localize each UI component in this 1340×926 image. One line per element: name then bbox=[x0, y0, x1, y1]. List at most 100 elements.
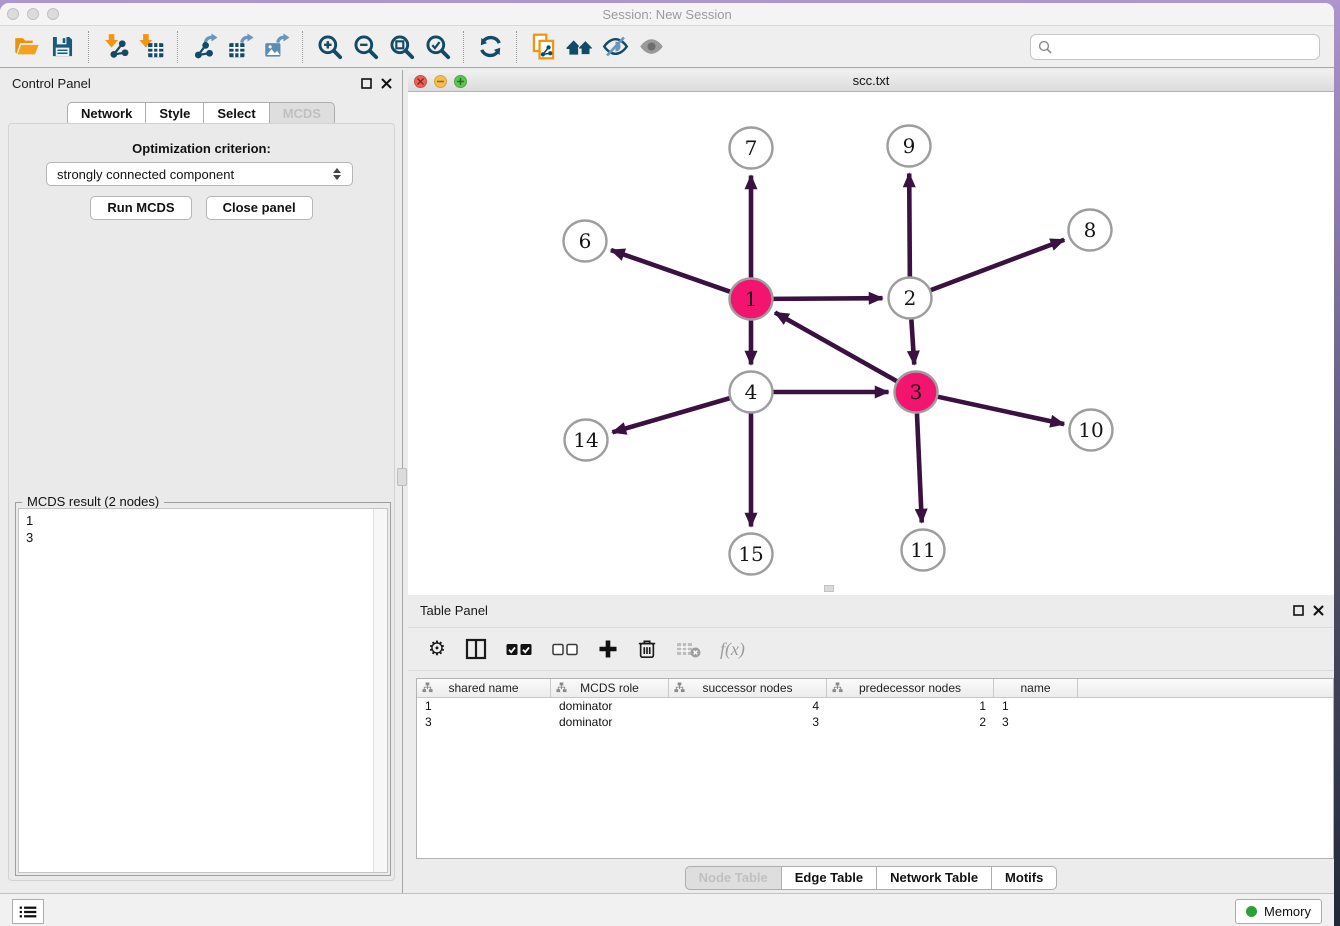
graph-node-15[interactable]: 15 bbox=[730, 534, 773, 575]
graph-node-4[interactable]: 4 bbox=[730, 372, 773, 413]
close-panel-icon[interactable] bbox=[381, 78, 392, 89]
graph-edge-4-14[interactable] bbox=[612, 398, 730, 432]
table-cell[interactable]: 1 bbox=[827, 698, 994, 714]
graph-edge-1-6[interactable] bbox=[611, 250, 731, 292]
network-graph[interactable]: 1 2 3 4 6 7 8 9 10 11 14 15 bbox=[408, 92, 1334, 595]
optimization-criterion-select[interactable]: strongly connected component bbox=[46, 162, 353, 186]
add-column-icon[interactable] bbox=[598, 639, 618, 659]
select-all-columns-icon[interactable] bbox=[506, 643, 533, 656]
network-close-button[interactable] bbox=[414, 75, 427, 88]
minimize-window-button[interactable] bbox=[27, 8, 39, 20]
import-table-icon[interactable] bbox=[133, 29, 169, 65]
float-table-panel-icon[interactable] bbox=[1293, 605, 1304, 616]
duplicate-network-icon[interactable] bbox=[525, 29, 561, 65]
zoom-in-icon[interactable] bbox=[311, 29, 347, 65]
graph-edge-1-2[interactable] bbox=[772, 298, 882, 299]
graph-node-3[interactable]: 3 bbox=[895, 372, 938, 413]
window-title: Session: New Session bbox=[602, 7, 731, 22]
graph-edge-2-8[interactable] bbox=[930, 240, 1064, 291]
zoom-selected-icon[interactable] bbox=[419, 29, 455, 65]
graph-edge-3-1[interactable] bbox=[775, 313, 897, 382]
graph-node-2[interactable]: 2 bbox=[889, 278, 932, 319]
control-panel-title: Control Panel bbox=[12, 76, 91, 91]
memory-status-icon bbox=[1246, 906, 1257, 917]
tab-network-table[interactable]: Network Table bbox=[877, 866, 992, 890]
graph-node-14[interactable]: 14 bbox=[565, 420, 608, 461]
tab-node-table[interactable]: Node Table bbox=[685, 866, 782, 890]
table-cell[interactable]: 1 bbox=[994, 698, 1078, 714]
result-line: 3 bbox=[26, 529, 373, 546]
column-header-successor-nodes[interactable]: successor nodes bbox=[669, 679, 827, 697]
node-table[interactable]: shared nameMCDS rolesuccessor nodesprede… bbox=[416, 678, 1334, 859]
unselect-all-columns-icon[interactable] bbox=[552, 643, 579, 656]
graph-edge-3-10[interactable] bbox=[937, 397, 1064, 425]
graph-edge-2-3[interactable] bbox=[911, 319, 914, 364]
search-box bbox=[1030, 34, 1320, 60]
float-panel-icon[interactable] bbox=[361, 78, 372, 89]
show-graphics-details-icon[interactable] bbox=[633, 29, 669, 65]
graph-node-6[interactable]: 6 bbox=[564, 221, 607, 262]
search-input[interactable] bbox=[1057, 38, 1312, 55]
table-cell[interactable]: dominator bbox=[551, 698, 669, 714]
export-table-icon[interactable] bbox=[222, 29, 258, 65]
column-header-label: shared name bbox=[417, 681, 550, 695]
hide-graphics-details-icon[interactable] bbox=[597, 29, 633, 65]
graph-node-9[interactable]: 9 bbox=[888, 126, 931, 167]
open-file-icon[interactable] bbox=[8, 29, 44, 65]
export-network-icon[interactable] bbox=[186, 29, 222, 65]
graph-node-1[interactable]: 1 bbox=[730, 279, 773, 320]
mcds-result-textarea[interactable]: 13 bbox=[18, 508, 388, 873]
graph-node-label: 2 bbox=[904, 286, 917, 310]
tab-edge-table[interactable]: Edge Table bbox=[782, 866, 877, 890]
table-row[interactable]: 3dominator323 bbox=[417, 714, 1333, 730]
table-settings-gear-icon[interactable]: ⚙ bbox=[428, 639, 446, 659]
zoom-fit-icon[interactable] bbox=[383, 29, 419, 65]
refresh-icon[interactable] bbox=[472, 29, 508, 65]
graph-edge-3-11[interactable] bbox=[917, 413, 922, 522]
delete-column-icon[interactable] bbox=[637, 638, 657, 660]
panel-splitter-grip[interactable] bbox=[397, 468, 407, 486]
graph-node-10[interactable]: 10 bbox=[1070, 410, 1113, 451]
graph-node-8[interactable]: 8 bbox=[1069, 210, 1112, 251]
table-cell[interactable]: dominator bbox=[551, 714, 669, 730]
network-canvas[interactable]: 1 2 3 4 6 7 8 9 10 11 14 15 bbox=[408, 92, 1334, 595]
houses-icon[interactable] bbox=[561, 29, 597, 65]
canvas-grip[interactable] bbox=[824, 585, 834, 592]
table-cell[interactable]: 3 bbox=[669, 714, 827, 730]
memory-button[interactable]: Memory bbox=[1235, 899, 1322, 924]
table-cell[interactable]: 1 bbox=[417, 698, 551, 714]
network-zoom-button[interactable] bbox=[454, 75, 467, 88]
table-cell[interactable]: 4 bbox=[669, 698, 827, 714]
graph-edge-2-9[interactable] bbox=[909, 173, 910, 276]
table-panel-header: Table Panel bbox=[408, 597, 1334, 623]
column-header-name[interactable]: name bbox=[994, 679, 1078, 697]
result-scrollbar[interactable] bbox=[373, 509, 387, 872]
save-session-icon[interactable] bbox=[44, 29, 80, 65]
table-cell[interactable]: 2 bbox=[827, 714, 994, 730]
toolbar-separator bbox=[177, 31, 178, 63]
network-minimize-button[interactable] bbox=[434, 75, 447, 88]
import-network-icon[interactable] bbox=[97, 29, 133, 65]
memory-label: Memory bbox=[1264, 904, 1311, 919]
column-header-shared-name[interactable]: shared name bbox=[417, 679, 551, 697]
graph-node-7[interactable]: 7 bbox=[730, 128, 773, 169]
graph-node-11[interactable]: 11 bbox=[902, 530, 945, 571]
graph-node-label: 7 bbox=[745, 136, 758, 160]
close-panel-button[interactable]: Close panel bbox=[206, 196, 313, 220]
table-toolbar: ⚙ f(x) bbox=[408, 627, 1334, 671]
close-window-button[interactable] bbox=[7, 8, 19, 20]
table-cell[interactable]: 3 bbox=[417, 714, 551, 730]
export-image-icon[interactable] bbox=[258, 29, 294, 65]
run-mcds-button[interactable]: Run MCDS bbox=[90, 196, 191, 220]
show-columns-icon[interactable] bbox=[465, 638, 487, 660]
mcds-panel: Optimization criterion: strongly connect… bbox=[8, 123, 395, 881]
close-table-panel-icon[interactable] bbox=[1313, 605, 1324, 616]
tab-motifs[interactable]: Motifs bbox=[992, 866, 1057, 890]
column-header-MCDS-role[interactable]: MCDS role bbox=[551, 679, 669, 697]
zoom-out-icon[interactable] bbox=[347, 29, 383, 65]
show-panels-button[interactable] bbox=[12, 899, 44, 924]
table-cell[interactable]: 3 bbox=[994, 714, 1078, 730]
column-header-predecessor-nodes[interactable]: predecessor nodes bbox=[827, 679, 994, 697]
table-row[interactable]: 1dominator411 bbox=[417, 698, 1333, 714]
zoom-window-button[interactable] bbox=[47, 8, 59, 20]
